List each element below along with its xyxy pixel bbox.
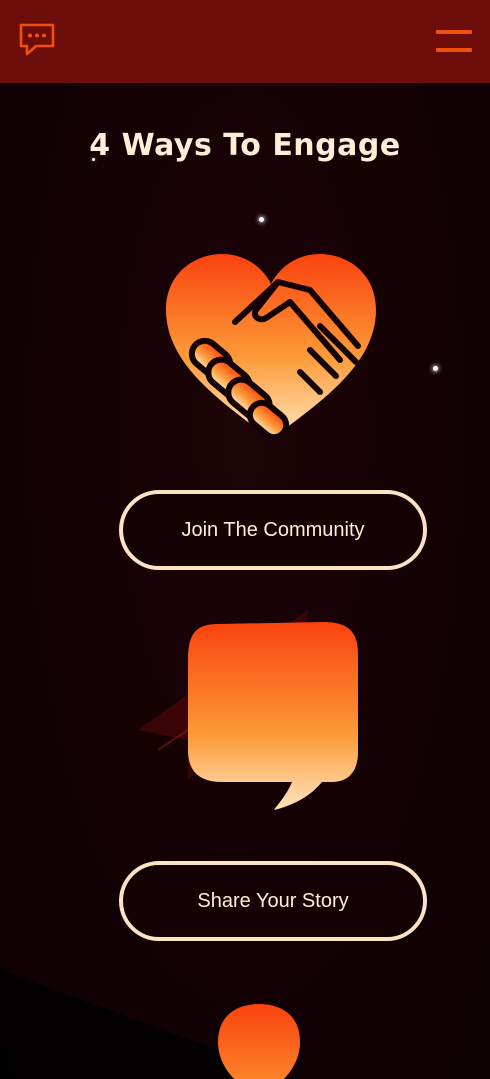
- page-title: 4 Ways To Engage: [89, 128, 401, 163]
- hamburger-menu-icon[interactable]: [436, 28, 472, 54]
- page: 4 Ways To Engage Join The Community Shar…: [0, 0, 490, 1079]
- top-bar: [0, 0, 490, 83]
- join-community-button[interactable]: Join The Community: [119, 490, 427, 570]
- join-community-label: Join The Community: [181, 518, 365, 541]
- star-decoration: [433, 366, 438, 371]
- heart-handshake-icon: [166, 254, 376, 441]
- drop-icon: [218, 1004, 300, 1079]
- share-story-button[interactable]: Share Your Story: [119, 861, 427, 941]
- share-story-label: Share Your Story: [197, 889, 349, 912]
- chat-bubble-dots-icon[interactable]: [18, 22, 56, 58]
- speech-bubble-icon: [188, 622, 358, 810]
- star-decoration: [259, 217, 264, 222]
